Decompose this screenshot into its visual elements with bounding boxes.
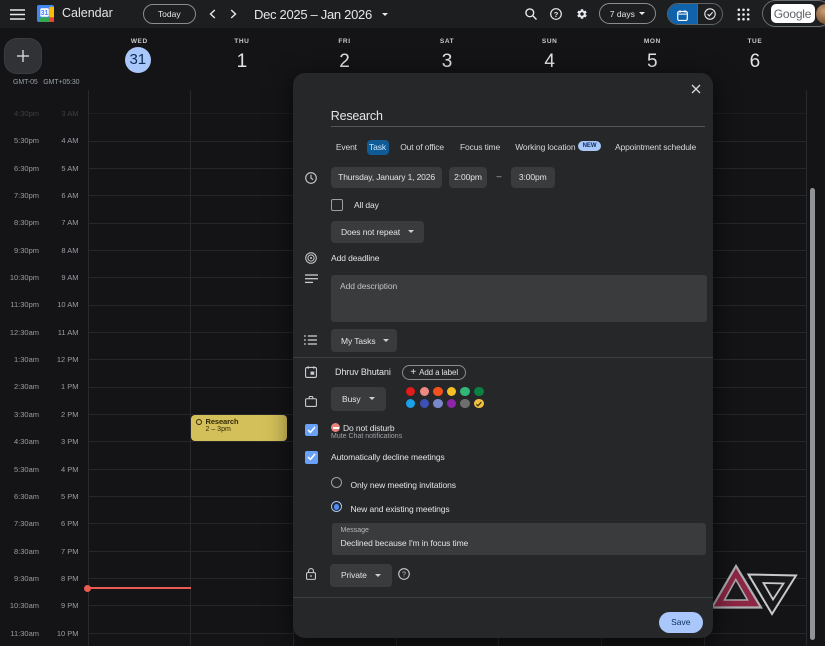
svg-text:?: ? xyxy=(553,10,558,19)
svg-text:31: 31 xyxy=(41,9,49,17)
svg-text:?: ? xyxy=(402,572,406,579)
